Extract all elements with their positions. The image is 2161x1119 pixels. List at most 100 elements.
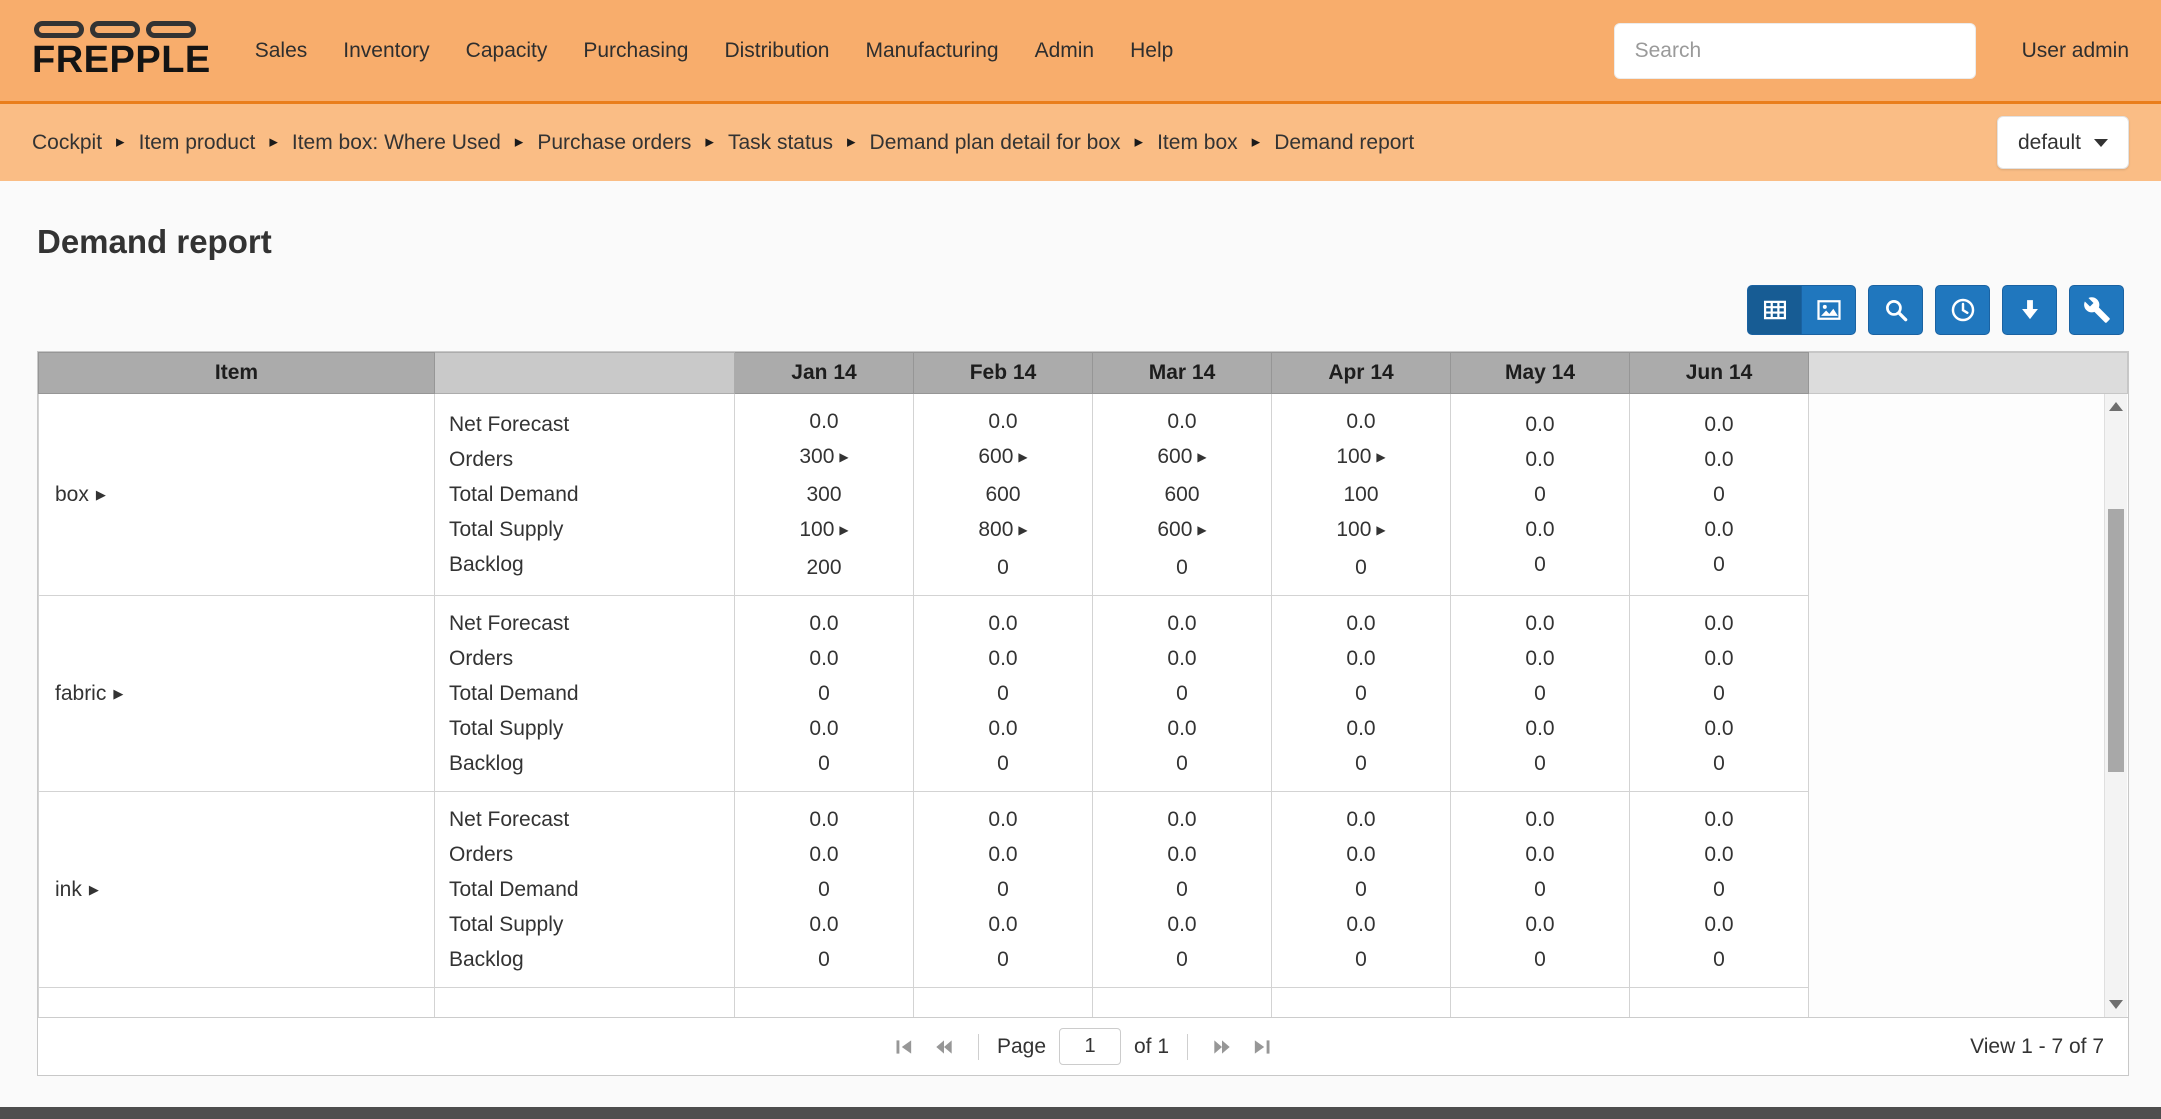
export-button[interactable]	[2002, 285, 2057, 335]
scroll-up-icon[interactable]	[2109, 402, 2123, 411]
metric-value: 100	[1336, 445, 1371, 468]
metric-label: Total Demand	[449, 477, 734, 512]
grid-header-row: Item Jan 14Feb 14Mar 14Apr 14May 14Jun 14	[39, 353, 2128, 394]
values-cell: 0.0100▶100100▶0	[1272, 394, 1451, 596]
page-title: Demand report	[37, 223, 2124, 261]
graph-view-button[interactable]	[1801, 285, 1856, 335]
values-cell: 0.00.000.00	[735, 596, 914, 792]
metric-value: 0.0	[1704, 843, 1733, 866]
view-range-label: View 1 - 7 of 7	[1970, 1035, 2104, 1059]
breadcrumb-item[interactable]: Cockpit	[32, 131, 102, 155]
metric-value: 0.0	[1525, 448, 1554, 471]
nav-item-manufacturing[interactable]: Manufacturing	[847, 39, 1016, 63]
item-cell: fabric▶	[39, 596, 435, 792]
user-menu[interactable]: User admin	[2022, 39, 2129, 63]
breadcrumb-separator-icon: ▸	[847, 132, 856, 152]
first-page-icon	[893, 1036, 915, 1058]
breadcrumb-separator-icon: ▸	[269, 132, 278, 152]
breadcrumb-item[interactable]: Purchase orders	[537, 131, 691, 155]
search-input[interactable]	[1614, 23, 1976, 79]
next-page-button[interactable]	[1202, 1032, 1242, 1062]
metric-value: 0	[1713, 553, 1725, 576]
metric-value: 0	[1534, 483, 1546, 506]
drilldown-icon[interactable]: ▶	[89, 882, 99, 897]
item-link[interactable]: fabric▶	[55, 682, 123, 705]
drilldown-icon[interactable]: ▶	[839, 523, 848, 537]
pager-controls: Page of 1	[884, 1028, 1282, 1065]
metric-value: 300	[799, 445, 834, 468]
values-cell: 0.0600▶600600▶0	[1093, 394, 1272, 596]
table-view-button[interactable]	[1747, 285, 1802, 335]
column-header-mar-14[interactable]: Mar 14	[1093, 353, 1272, 394]
scroll-down-icon[interactable]	[2109, 1000, 2123, 1009]
time-buckets-button[interactable]	[1935, 285, 1990, 335]
drilldown-icon[interactable]: ▶	[1018, 450, 1027, 464]
column-header-may-14[interactable]: May 14	[1451, 353, 1630, 394]
frepple-logo[interactable]: FREPPLE	[32, 21, 211, 81]
drilldown-icon[interactable]: ▶	[1376, 450, 1385, 464]
scrollbar-thumb[interactable]	[2108, 509, 2124, 772]
item-link[interactable]: box▶	[55, 483, 106, 506]
nav-item-help[interactable]: Help	[1112, 39, 1191, 63]
grid-body: box▶Net ForecastOrdersTotal DemandTotal …	[39, 394, 2128, 1018]
drilldown-icon[interactable]: ▶	[1018, 523, 1027, 537]
column-header-jan-14[interactable]: Jan 14	[735, 353, 914, 394]
nav-item-distribution[interactable]: Distribution	[706, 39, 847, 63]
first-page-button[interactable]	[884, 1032, 924, 1062]
drilldown-icon[interactable]: ▶	[1376, 523, 1385, 537]
breadcrumb-item[interactable]: Task status	[728, 131, 833, 155]
last-page-button[interactable]	[1242, 1032, 1282, 1062]
metric-value: 600	[1157, 445, 1192, 468]
prev-page-button[interactable]	[924, 1032, 964, 1062]
metric-value: 600	[985, 483, 1020, 506]
column-header-jun-14[interactable]: Jun 14	[1630, 353, 1809, 394]
breadcrumb-item[interactable]: Item box	[1157, 131, 1238, 155]
metric-value: 0	[1355, 556, 1367, 579]
nav-item-purchasing[interactable]: Purchasing	[565, 39, 706, 63]
customize-button[interactable]	[2069, 285, 2124, 335]
breadcrumb-item[interactable]: Demand report	[1274, 131, 1414, 155]
metric-value: 0.0	[1704, 518, 1733, 541]
item-link[interactable]: ink▶	[55, 878, 99, 901]
metric-value: 0	[1355, 682, 1367, 705]
filler-cell	[1809, 596, 2128, 792]
column-header-apr-14[interactable]: Apr 14	[1272, 353, 1451, 394]
nav-item-sales[interactable]: Sales	[237, 39, 326, 63]
window-bottom-edge	[0, 1107, 2161, 1119]
metric-value: 100	[799, 518, 834, 541]
image-icon	[1815, 296, 1843, 324]
drilldown-icon[interactable]: ▶	[839, 450, 848, 464]
column-header-feb-14[interactable]: Feb 14	[914, 353, 1093, 394]
drilldown-icon[interactable]: ▶	[1197, 523, 1206, 537]
nav-item-inventory[interactable]: Inventory	[325, 39, 447, 63]
nav-item-capacity[interactable]: Capacity	[448, 39, 566, 63]
page-number-input[interactable]	[1059, 1028, 1121, 1065]
vertical-scrollbar[interactable]	[2104, 394, 2127, 1017]
breadcrumb-separator-icon: ▸	[1135, 132, 1144, 152]
breadcrumb-item[interactable]: Demand plan detail for box	[870, 131, 1121, 155]
metric-value: 0.0	[1167, 843, 1196, 866]
filler-cell	[1809, 792, 2128, 988]
drilldown-icon[interactable]: ▶	[1197, 450, 1206, 464]
report-toolbar	[37, 285, 2124, 335]
nav-item-admin[interactable]: Admin	[1017, 39, 1113, 63]
item-cell: box▶	[39, 394, 435, 596]
values-cell: 0.00.000.00	[1630, 394, 1809, 596]
metric-label: Total Supply	[449, 711, 734, 746]
metric-value: 100	[1336, 518, 1371, 541]
metric-label: Total Supply	[449, 512, 734, 547]
breadcrumb-item[interactable]: Item product	[139, 131, 256, 155]
search-button[interactable]	[1868, 285, 1923, 335]
metric-value: 0.0	[1167, 410, 1196, 433]
drilldown-icon[interactable]: ▶	[113, 686, 123, 701]
breadcrumb-separator-icon: ▸	[116, 132, 125, 152]
metric-value: 0.0	[988, 913, 1017, 936]
column-header-item[interactable]: Item	[39, 353, 435, 394]
metric-value: 600	[978, 445, 1013, 468]
metric-value: 0	[1176, 948, 1188, 971]
metric-value: 100	[1343, 483, 1378, 506]
breadcrumb-item[interactable]: Item box: Where Used	[292, 131, 501, 155]
drilldown-icon[interactable]: ▶	[96, 487, 106, 502]
metric-value: 0.0	[1525, 518, 1554, 541]
default-dropdown[interactable]: default	[1997, 116, 2129, 169]
